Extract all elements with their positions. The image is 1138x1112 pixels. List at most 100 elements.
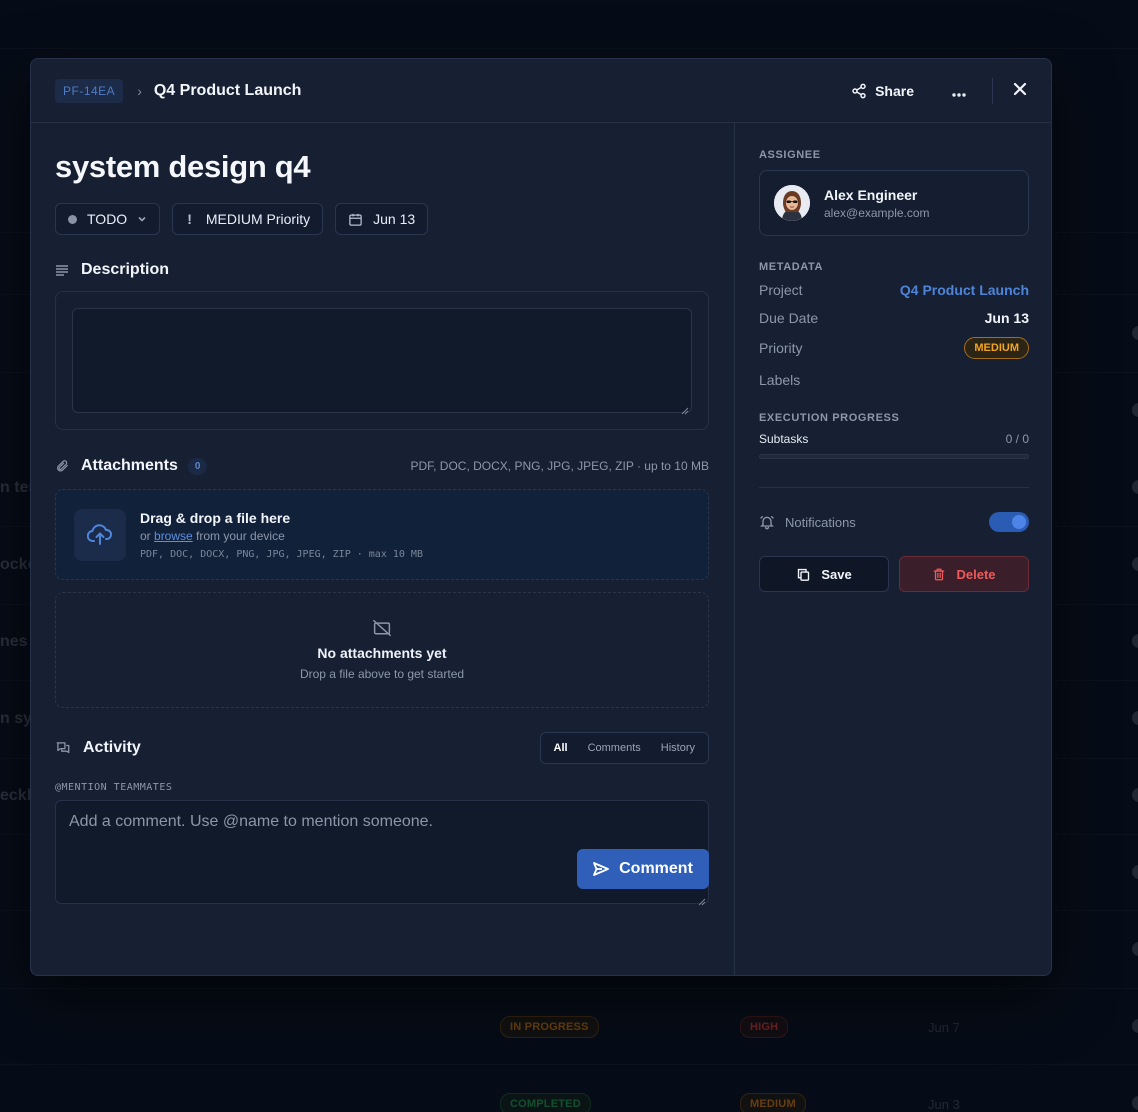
metadata-label: METADATA bbox=[759, 261, 824, 273]
alarm-bell-icon bbox=[760, 516, 774, 530]
assignee-name: Alex Engineer bbox=[824, 186, 918, 203]
description-title: Description bbox=[81, 261, 170, 278]
save-button[interactable]: Save bbox=[759, 556, 889, 592]
align-left-icon bbox=[56, 265, 68, 276]
due-date-chip[interactable]: Jun 13 bbox=[335, 203, 429, 235]
resize-handle[interactable] bbox=[698, 893, 706, 906]
send-icon bbox=[593, 862, 610, 876]
upload-tile bbox=[74, 508, 126, 561]
comment-button[interactable]: Comment bbox=[577, 849, 709, 889]
share-icon bbox=[852, 83, 866, 99]
meta-labels-row: Labels bbox=[759, 372, 1029, 388]
browse-link[interactable]: browse bbox=[154, 529, 193, 543]
sidebar-actions: Save Delete bbox=[759, 556, 1029, 592]
meta-due-label: Due Date bbox=[759, 310, 819, 326]
meta-project-label: Project bbox=[759, 282, 803, 298]
copy-icon bbox=[798, 568, 810, 581]
status-dot bbox=[68, 214, 77, 224]
header-divider bbox=[992, 78, 993, 104]
trash-icon bbox=[934, 568, 945, 580]
assignee-info: Alex Engineer alex@example.com bbox=[824, 187, 930, 220]
meta-due-row: Due Date Jun 13 bbox=[759, 310, 1029, 326]
activity-title: Activity bbox=[83, 739, 141, 756]
assignee-card[interactable]: Alex Engineer alex@example.com bbox=[759, 170, 1029, 236]
meta-priority-label: Priority bbox=[759, 340, 803, 356]
resize-handle[interactable] bbox=[681, 402, 689, 415]
notifications-label: Notifications bbox=[785, 514, 856, 530]
priority-badge: MEDIUM bbox=[964, 337, 1029, 359]
progress-bar bbox=[759, 454, 1029, 459]
attachments-heading: Attachments 0 bbox=[55, 457, 208, 475]
priority-label: MEDIUM Priority bbox=[205, 211, 311, 227]
notifications-toggle[interactable] bbox=[989, 512, 1029, 532]
meta-due-value: Jun 13 bbox=[984, 310, 1029, 326]
delete-button[interactable]: Delete bbox=[899, 556, 1029, 592]
tab-history[interactable]: History bbox=[651, 736, 705, 760]
subtasks-label: Subtasks bbox=[759, 432, 809, 446]
calendar-icon bbox=[349, 213, 362, 226]
description-heading: Description bbox=[55, 261, 709, 279]
subtasks-count: 0 / 0 bbox=[1005, 432, 1029, 446]
status-dropdown[interactable]: TODO bbox=[55, 203, 161, 235]
task-chips: TODO ! MEDIUM Priority Jun 13 bbox=[55, 203, 709, 235]
file-dropzone[interactable]: Drag & drop a file here or browse from y… bbox=[55, 489, 709, 580]
due-date-label: Jun 13 bbox=[373, 211, 416, 227]
meta-priority-row: Priority MEDIUM bbox=[759, 337, 1029, 359]
comment-placeholder: Add a comment. Use @name to mention some… bbox=[69, 813, 433, 830]
paperclip-icon bbox=[57, 460, 68, 472]
header-actions: Share bbox=[851, 59, 1027, 123]
breadcrumb-separator: › bbox=[137, 82, 142, 99]
dropzone-subtitle: or browse from your device bbox=[140, 529, 423, 543]
more-horizontal-icon[interactable] bbox=[952, 81, 966, 102]
comment-button-label: Comment bbox=[619, 860, 693, 877]
delete-label: Delete bbox=[956, 566, 996, 582]
tab-all[interactable]: All bbox=[544, 736, 578, 760]
close-icon bbox=[1013, 82, 1027, 95]
task-title[interactable]: system design q4 bbox=[55, 149, 709, 185]
dropzone-text: Drag & drop a file here or browse from y… bbox=[140, 510, 423, 560]
dropzone-formats: PDF, DOC, DOCX, PNG, JPG, JPEG, ZIP · ma… bbox=[140, 548, 423, 560]
task-id-badge: PF-14EA bbox=[55, 78, 124, 103]
sidebar-divider bbox=[759, 487, 1029, 488]
notifications-label-group: Notifications bbox=[759, 514, 856, 530]
dropzone-title: Drag & drop a file here bbox=[140, 509, 291, 526]
attachments-header: Attachments 0 PDF, DOC, DOCX, PNG, JPG, … bbox=[55, 457, 709, 475]
empty-title: No attachments yet bbox=[317, 645, 447, 661]
allowed-formats: PDF, DOC, DOCX, PNG, JPG, JPEG, ZIP · up… bbox=[410, 459, 709, 473]
dropzone-or: or bbox=[140, 528, 151, 543]
chat-bubbles-icon bbox=[56, 742, 70, 754]
attachments-title: Attachments bbox=[81, 457, 178, 474]
main-column: system design q4 TODO ! MEDIUM Priority … bbox=[55, 123, 709, 906]
modal-header: PF-14EA › Q4 Product Launch Share bbox=[31, 59, 1051, 123]
meta-project-row: Project Q4 Product Launch bbox=[759, 282, 1029, 298]
attachments-count: 0 bbox=[187, 457, 208, 475]
assignee-email: alex@example.com bbox=[824, 205, 930, 220]
tab-comments[interactable]: Comments bbox=[578, 736, 651, 760]
empty-subtitle: Drop a file above to get started bbox=[299, 667, 465, 681]
description-panel bbox=[55, 291, 709, 430]
save-label: Save bbox=[821, 566, 852, 582]
share-label: Share bbox=[875, 83, 914, 99]
share-button[interactable]: Share bbox=[851, 83, 914, 99]
priority-chip[interactable]: ! MEDIUM Priority bbox=[172, 203, 324, 235]
status-label: TODO bbox=[87, 211, 128, 227]
exclamation-icon: ! bbox=[187, 211, 192, 227]
assignee-label: ASSIGNEE bbox=[759, 149, 821, 161]
mention-label: @MENTION TEAMMATES bbox=[55, 782, 173, 793]
toggle-knob bbox=[1012, 515, 1026, 529]
avatar bbox=[774, 185, 810, 221]
activity-header: Activity All Comments History bbox=[55, 732, 709, 764]
breadcrumb-project[interactable]: Q4 Product Launch bbox=[154, 82, 302, 100]
activity-filter-tabs: All Comments History bbox=[539, 732, 709, 764]
notifications-row: Notifications bbox=[759, 512, 1029, 532]
no-image-icon bbox=[373, 619, 391, 637]
description-textarea[interactable] bbox=[72, 308, 692, 415]
dropzone-suffix: from your device bbox=[196, 528, 285, 543]
close-button[interactable] bbox=[1013, 82, 1027, 101]
meta-project-link[interactable]: Q4 Product Launch bbox=[900, 282, 1029, 298]
progress-label: EXECUTION PROGRESS bbox=[759, 412, 900, 424]
task-detail-modal: PF-14EA › Q4 Product Launch Share system… bbox=[30, 58, 1052, 976]
chevron-down-icon bbox=[138, 216, 146, 222]
cloud-upload-icon bbox=[87, 523, 113, 545]
meta-labels-label: Labels bbox=[759, 372, 801, 388]
